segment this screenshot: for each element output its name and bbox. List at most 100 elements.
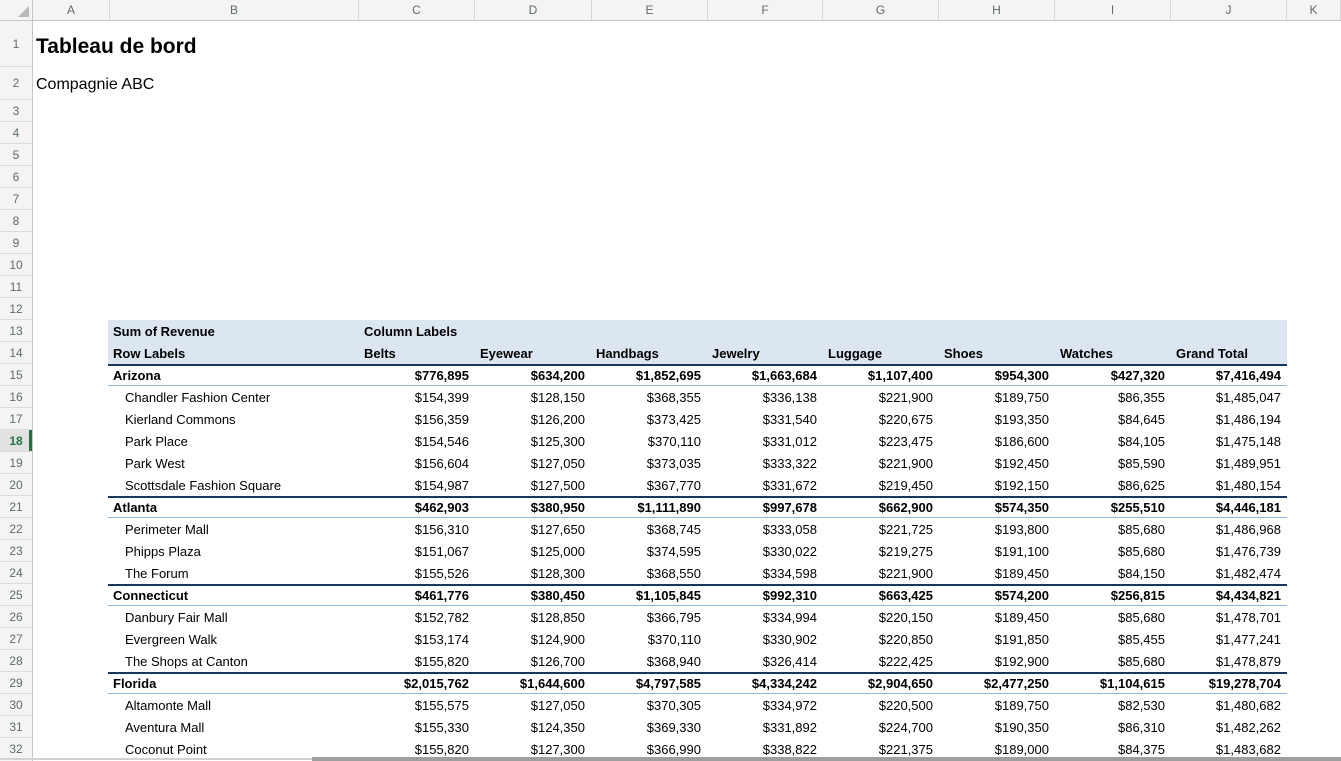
row-header-14[interactable]: 14	[0, 342, 32, 364]
pivot-value-cell[interactable]: $330,022	[707, 540, 823, 562]
pivot-value-cell[interactable]: $4,446,181	[1171, 498, 1287, 517]
pivot-value-cell[interactable]: $151,067	[359, 540, 475, 562]
pivot-column-labels-caption[interactable]: Column Labels	[359, 320, 475, 342]
pivot-value-cell[interactable]: $1,105,845	[591, 586, 707, 605]
pivot-value-cell[interactable]: $84,150	[1055, 562, 1171, 584]
pivot-value-cell[interactable]: $1,486,968	[1171, 518, 1287, 540]
pivot-value-cell[interactable]: $370,110	[591, 430, 707, 452]
pivot-value-cell[interactable]: $574,350	[939, 498, 1055, 517]
pivot-value-cell[interactable]: $154,399	[359, 386, 475, 408]
pivot-value-cell[interactable]: $127,050	[475, 694, 591, 716]
row-header-18[interactable]: 18	[0, 430, 32, 452]
pivot-column-header[interactable]: Jewelry	[707, 342, 823, 364]
pivot-value-cell[interactable]: $1,476,739	[1171, 540, 1287, 562]
pivot-value-cell[interactable]: $85,680	[1055, 650, 1171, 672]
pivot-row-label[interactable]: Florida	[108, 674, 359, 693]
pivot-value-cell[interactable]: $152,782	[359, 606, 475, 628]
row-header-15[interactable]: 15	[0, 364, 32, 386]
row-header-12[interactable]: 12	[0, 298, 32, 320]
pivot-column-header[interactable]: Watches	[1055, 342, 1171, 364]
pivot-value-cell[interactable]: $462,903	[359, 498, 475, 517]
pivot-value-cell[interactable]: $126,700	[475, 650, 591, 672]
pivot-value-cell[interactable]: $191,850	[939, 628, 1055, 650]
pivot-row-label[interactable]: Phipps Plaza	[108, 540, 359, 562]
pivot-value-cell[interactable]: $4,334,242	[707, 674, 823, 693]
pivot-value-cell[interactable]: $191,100	[939, 540, 1055, 562]
pivot-value-cell[interactable]: $1,644,600	[475, 674, 591, 693]
row-header-20[interactable]: 20	[0, 474, 32, 496]
row-header-21[interactable]: 21	[0, 496, 32, 518]
pivot-value-cell[interactable]: $219,275	[823, 540, 939, 562]
pivot-value-cell[interactable]: $128,300	[475, 562, 591, 584]
pivot-value-cell[interactable]: $220,150	[823, 606, 939, 628]
column-header-I[interactable]: I	[1055, 0, 1171, 20]
pivot-value-cell[interactable]: $128,150	[475, 386, 591, 408]
row-header-8[interactable]: 8	[0, 210, 32, 232]
pivot-row-label[interactable]: Park Place	[108, 430, 359, 452]
row-header-25[interactable]: 25	[0, 584, 32, 606]
column-header-C[interactable]: C	[359, 0, 475, 20]
pivot-header-empty-cell[interactable]	[939, 320, 1055, 342]
pivot-value-cell[interactable]: $1,663,684	[707, 366, 823, 385]
pivot-value-cell[interactable]: $374,595	[591, 540, 707, 562]
pivot-value-cell[interactable]: $1,852,695	[591, 366, 707, 385]
pivot-value-cell[interactable]: $154,987	[359, 474, 475, 496]
pivot-value-cell[interactable]: $367,770	[591, 474, 707, 496]
row-header-7[interactable]: 7	[0, 188, 32, 210]
pivot-value-cell[interactable]: $461,776	[359, 586, 475, 605]
pivot-row-label[interactable]: Aventura Mall	[108, 716, 359, 738]
pivot-value-cell[interactable]: $153,174	[359, 628, 475, 650]
select-all-corner[interactable]	[0, 0, 33, 21]
pivot-value-cell[interactable]: $373,035	[591, 452, 707, 474]
row-header-16[interactable]: 16	[0, 386, 32, 408]
pivot-value-cell[interactable]: $634,200	[475, 366, 591, 385]
pivot-value-cell[interactable]: $334,994	[707, 606, 823, 628]
pivot-value-cell[interactable]: $1,482,474	[1171, 562, 1287, 584]
pivot-value-cell[interactable]: $370,305	[591, 694, 707, 716]
column-header-A[interactable]: A	[33, 0, 110, 20]
pivot-value-cell[interactable]: $220,675	[823, 408, 939, 430]
pivot-value-cell[interactable]: $189,450	[939, 562, 1055, 584]
row-header-30[interactable]: 30	[0, 694, 32, 716]
pivot-value-cell[interactable]: $368,355	[591, 386, 707, 408]
pivot-value-cell[interactable]: $368,940	[591, 650, 707, 672]
pivot-value-cell[interactable]: $334,598	[707, 562, 823, 584]
row-header-9[interactable]: 9	[0, 232, 32, 254]
pivot-value-cell[interactable]: $192,150	[939, 474, 1055, 496]
row-header-6[interactable]: 6	[0, 166, 32, 188]
row-header-22[interactable]: 22	[0, 518, 32, 540]
row-header-17[interactable]: 17	[0, 408, 32, 430]
pivot-value-cell[interactable]: $124,350	[475, 716, 591, 738]
pivot-header-empty-cell[interactable]	[475, 320, 591, 342]
column-header-F[interactable]: F	[708, 0, 823, 20]
pivot-value-cell[interactable]: $368,550	[591, 562, 707, 584]
pivot-value-cell[interactable]: $189,750	[939, 694, 1055, 716]
pivot-value-cell[interactable]: $1,478,879	[1171, 650, 1287, 672]
pivot-value-cell[interactable]: $192,900	[939, 650, 1055, 672]
column-header-J[interactable]: J	[1171, 0, 1287, 20]
pivot-value-cell[interactable]: $189,750	[939, 386, 1055, 408]
pivot-value-cell[interactable]: $86,355	[1055, 386, 1171, 408]
row-header-10[interactable]: 10	[0, 254, 32, 276]
pivot-value-cell[interactable]: $86,310	[1055, 716, 1171, 738]
column-header-B[interactable]: B	[110, 0, 359, 20]
pivot-row-label[interactable]: Altamonte Mall	[108, 694, 359, 716]
pivot-value-cell[interactable]: $4,434,821	[1171, 586, 1287, 605]
pivot-value-cell[interactable]: $126,200	[475, 408, 591, 430]
pivot-value-cell[interactable]: $1,478,701	[1171, 606, 1287, 628]
pivot-value-cell[interactable]: $256,815	[1055, 586, 1171, 605]
pivot-column-header[interactable]: Shoes	[939, 342, 1055, 364]
pivot-column-header[interactable]: Luggage	[823, 342, 939, 364]
row-header-24[interactable]: 24	[0, 562, 32, 584]
pivot-value-cell[interactable]: $1,107,400	[823, 366, 939, 385]
pivot-value-cell[interactable]: $331,540	[707, 408, 823, 430]
pivot-row-labels-caption[interactable]: Row Labels	[108, 342, 359, 364]
row-header-3[interactable]: 3	[0, 100, 32, 122]
pivot-value-cell[interactable]: $224,700	[823, 716, 939, 738]
pivot-value-cell[interactable]: $4,797,585	[591, 674, 707, 693]
pivot-value-cell[interactable]: $380,450	[475, 586, 591, 605]
pivot-value-cell[interactable]: $330,902	[707, 628, 823, 650]
pivot-value-cell[interactable]: $156,359	[359, 408, 475, 430]
pivot-row-label[interactable]: Atlanta	[108, 498, 359, 517]
pivot-value-cell[interactable]: $221,900	[823, 386, 939, 408]
